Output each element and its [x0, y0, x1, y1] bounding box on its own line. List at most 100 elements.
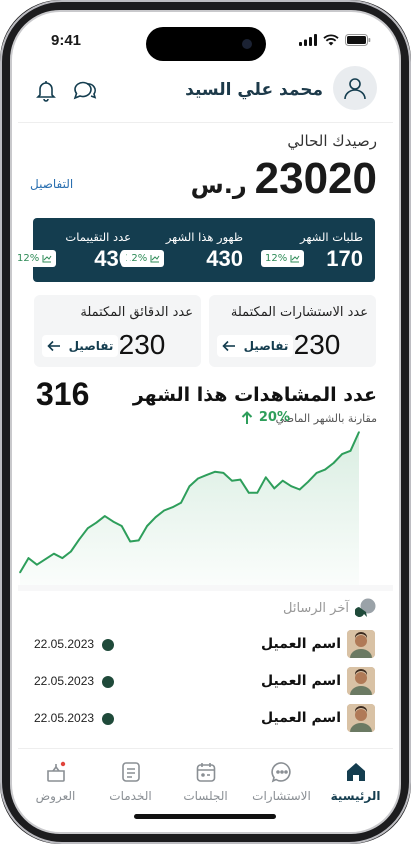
- chart-point: [154, 516, 157, 518]
- consultations-details-button[interactable]: تفاصيل: [217, 335, 293, 357]
- status-dot: [102, 639, 114, 651]
- tab-consultations[interactable]: الاستشارات: [244, 759, 319, 809]
- battery-icon: [345, 34, 371, 46]
- arrow-left-icon: [221, 340, 235, 352]
- balance-row: 23020 ر.س: [191, 154, 377, 204]
- status-bar: 9:41: [18, 18, 393, 62]
- card-value: 230: [118, 329, 166, 360]
- balance-details-link[interactable]: التفاصيل: [30, 177, 73, 191]
- chart-area: [20, 432, 359, 586]
- stat-value: 170: [326, 246, 363, 271]
- tab-offers[interactable]: العروض: [18, 759, 93, 809]
- stat-monthly-views: ظهور هذا الشهر 430 12%: [121, 218, 243, 282]
- chart-point: [78, 538, 81, 541]
- stat-label: طلبات الشهر: [299, 230, 363, 244]
- chart-point: [87, 527, 89, 530]
- chart-point: [290, 485, 293, 487]
- chart-point: [332, 462, 335, 464]
- client-name: اسم العميل: [261, 636, 341, 652]
- chat-icon: [244, 759, 319, 785]
- bell-icon[interactable]: [34, 78, 58, 106]
- app-screen: 9:41 محمد علي السيد رصيدك الحالي 23020 ر…: [18, 18, 393, 826]
- tab-services[interactable]: الخدمات: [93, 759, 168, 809]
- stat-value: 430: [206, 246, 243, 271]
- tab-label: العروض: [35, 789, 76, 803]
- chart-point: [281, 479, 284, 482]
- list-icon: [93, 759, 168, 785]
- signal-icon: [299, 34, 317, 46]
- camera-icon: [242, 39, 252, 49]
- button-label: تفاصيل: [68, 339, 114, 353]
- balance-currency: ر.س: [190, 171, 247, 199]
- stats-banner: طلبات الشهر 170 12% ظهور هذا الشهر 430 1…: [18, 218, 375, 282]
- chart-point: [36, 563, 38, 566]
- tab-label: الجلسات: [183, 789, 228, 803]
- chart-point: [163, 509, 165, 512]
- calendar-icon: [168, 759, 243, 785]
- minutes-details-button[interactable]: تفاصيل: [42, 335, 118, 357]
- home-icon: [318, 759, 393, 785]
- client-name: اسم العميل: [261, 673, 341, 689]
- arrow-left-icon: [46, 340, 60, 352]
- dynamic-island: [146, 27, 266, 61]
- tab-sessions[interactable]: الجلسات: [168, 759, 243, 809]
- chart-point: [264, 476, 267, 479]
- status-dot: [102, 676, 114, 688]
- chart-point: [324, 468, 326, 471]
- completed-consultations-card: عدد الاستشارات المكتملة 230 تفاصيل: [209, 295, 376, 367]
- offers-icon: [18, 759, 93, 785]
- compare-value: 20%: [241, 410, 290, 425]
- chat-bubbles-icon[interactable]: [72, 78, 98, 106]
- views-chart: [19, 431, 360, 586]
- tab-home[interactable]: الرئيسية: [318, 759, 393, 809]
- client-avatar: [347, 630, 375, 658]
- chart-point: [231, 479, 233, 482]
- messages-title: آخر الرسائل: [282, 600, 349, 616]
- card-title: عدد الاستشارات المكتملة: [230, 305, 368, 320]
- chart-point: [27, 557, 30, 559]
- wifi-icon: [323, 34, 339, 46]
- chart-point: [44, 558, 47, 560]
- completed-minutes-card: عدد الدقائق المكتملة 230 تفاصيل: [34, 295, 201, 367]
- chart-point: [205, 474, 208, 476]
- app-header: محمد علي السيد: [18, 66, 393, 116]
- balance-amount: 23020: [254, 154, 377, 203]
- messages-icon: [355, 598, 376, 617]
- stat-monthly-orders: طلبات الشهر 170 12%: [253, 218, 363, 282]
- message-date: 22.05.2023: [34, 711, 95, 725]
- message-item[interactable]: اسم العميل 22.05.2023: [18, 665, 393, 699]
- message-item[interactable]: اسم العميل 22.05.2023: [18, 628, 393, 662]
- stat-change-value: 12%: [18, 253, 40, 264]
- chart-point: [171, 506, 174, 509]
- views-title: عدد المشاهدات هذا الشهر: [132, 384, 377, 406]
- message-date: 22.05.2023: [34, 637, 95, 651]
- chart-point: [222, 472, 225, 474]
- chart-point: [146, 525, 148, 527]
- stat-change-value: 12%: [265, 253, 288, 264]
- chart-point: [137, 539, 140, 542]
- chart-point: [103, 515, 106, 517]
- header-divider: [18, 122, 393, 123]
- views-count: 316: [36, 376, 90, 412]
- chart-point: [19, 571, 21, 574]
- user-name[interactable]: محمد علي السيد: [185, 80, 323, 100]
- chart-point: [256, 492, 259, 494]
- chart-point: [307, 480, 309, 483]
- chart-point: [53, 552, 55, 555]
- home-indicator: [134, 814, 276, 819]
- card-value: 230: [293, 329, 341, 360]
- status-dot: [102, 713, 114, 725]
- stat-label: عدد التقييمات: [65, 230, 131, 244]
- message-item[interactable]: اسم العميل 22.05.2023: [18, 702, 393, 736]
- client-avatar: [347, 704, 375, 732]
- chart-point: [70, 550, 72, 553]
- chart-point: [298, 488, 301, 491]
- client-avatar: [347, 667, 375, 695]
- chart-point: [239, 478, 242, 481]
- chart-point: [188, 485, 191, 487]
- messages-header: آخر الرسائل: [283, 598, 377, 618]
- avatar[interactable]: [333, 66, 377, 110]
- compare-percent: 20%: [258, 410, 290, 425]
- chart-point: [214, 471, 216, 473]
- stat-label: ظهور هذا الشهر: [165, 230, 243, 244]
